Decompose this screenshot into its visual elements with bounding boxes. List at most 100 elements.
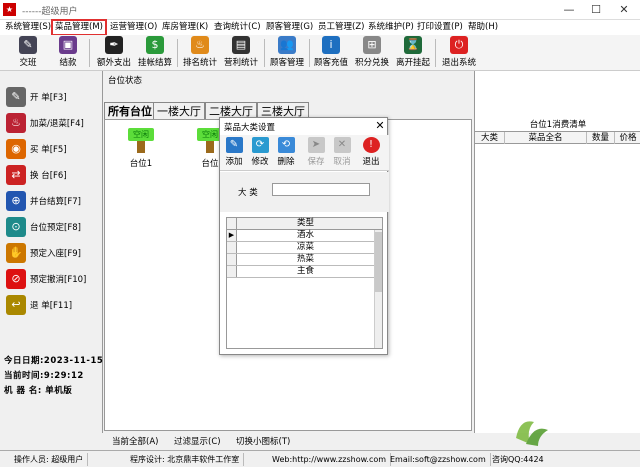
grid-row[interactable]: 热菜 [227, 254, 382, 266]
menu-help[interactable]: 帮助(H) [466, 21, 500, 34]
hourglass-icon: ⌛ [404, 36, 422, 54]
profit-stats-button[interactable]: ▤ 营利统计 [221, 36, 261, 70]
edit-icon: ⟳ [251, 137, 269, 153]
menu-dishes[interactable]: 菜品管理(M) [51, 19, 107, 36]
category-grid: 类型 ▶ 酒水 凉菜 热菜 主食 [226, 217, 383, 349]
exit-icon: ! [362, 137, 380, 153]
grid-header: 类型 [227, 218, 382, 230]
toolbar-separator [89, 39, 90, 67]
refund-order-button[interactable]: ↩ 退 单[F11] [6, 292, 98, 317]
dialog-add-button[interactable]: ✎ 添加 [221, 137, 247, 167]
current-date: 今日日期:2023-11-15 [4, 356, 104, 366]
dialog-close-icon[interactable]: ✕ [374, 119, 386, 132]
bill-col-qty[interactable]: 数量 [587, 132, 615, 144]
menu-operations[interactable]: 运营管理(O) [108, 21, 159, 34]
tab-all-tables[interactable]: 所有台位 [104, 102, 156, 119]
dialog-edit-button[interactable]: ⟳ 修改 [247, 137, 273, 167]
tab-floor-1[interactable]: 一楼大厅 [153, 102, 205, 119]
checkout-button[interactable]: ◉ 买 单[F5] [6, 136, 98, 161]
open-order-button[interactable]: ✎ 开 单[F3] [6, 84, 98, 109]
grid-scroll-thumb[interactable] [375, 232, 382, 292]
reserve-table-label: 台位预定[F8] [30, 222, 81, 233]
reserve-seat-label: 预定入座[F9] [30, 248, 81, 259]
customer-recharge-button[interactable]: i 顾客充值 [311, 36, 351, 70]
machine-name: 机 器 名: 单机版 [4, 386, 73, 396]
merge-table-label: 并台结算[F7] [30, 196, 81, 207]
gift-icon: ⊞ [363, 36, 381, 54]
category-input[interactable] [272, 183, 370, 196]
grid-row[interactable]: ▶ 酒水 [227, 230, 382, 242]
ranking-stats-button[interactable]: ♨ 排名统计 [180, 36, 220, 70]
show-all-button[interactable]: 当前全部(A) [112, 435, 158, 447]
add-return-dish-button[interactable]: ♨ 加菜/退菜[F4] [6, 110, 98, 135]
toolbar-separator [177, 39, 178, 67]
reserve-table-button[interactable]: ⊙ 台位预定[F8] [6, 214, 98, 239]
customer-manage-button[interactable]: 👥 顾客管理 [267, 36, 307, 70]
menu-staff[interactable]: 员工管理(Z) [316, 21, 366, 34]
table-tile[interactable]: 空闲 台位1 [116, 128, 166, 169]
dialog-cancel-button[interactable]: ✕ 取消 [329, 137, 355, 167]
grid-cell[interactable]: 热菜 [237, 254, 374, 265]
exit-system-button[interactable]: ⏻ 退出系统 [438, 36, 480, 70]
reserve-seat-button[interactable]: ✋ 预定入座[F9] [6, 240, 98, 265]
dialog-delete-button[interactable]: ⟲ 删除 [273, 137, 299, 167]
customer-manage-label: 顾客管理 [269, 58, 304, 68]
change-table-label: 换 台[F6] [30, 170, 67, 181]
table-name: 台位1 [129, 159, 153, 169]
category-form: 大 类 [220, 172, 389, 212]
toolbar-separator [264, 39, 265, 67]
credit-settle-label: 挂帐结算 [137, 58, 172, 68]
merge-table-button[interactable]: ⊕ 并台结算[F7] [6, 188, 98, 213]
grid-corner [227, 218, 237, 229]
left-panel: ✎ 开 单[F3] ♨ 加菜/退菜[F4] ◉ 买 单[F5] ⇄ 换 台[F6] ⊕ 并… [0, 71, 103, 433]
filter-display-button[interactable]: 过滤显示(C) [174, 435, 221, 447]
bill-col-category[interactable]: 大类 [475, 132, 505, 144]
change-table-button[interactable]: ⇄ 换 台[F6] [6, 162, 98, 187]
toolbar-separator [435, 39, 436, 67]
suspend-button[interactable]: ⌛ 离开挂起 [393, 36, 433, 70]
settle-button[interactable]: ▣ 结款 [50, 36, 86, 70]
grid-cell[interactable]: 凉菜 [237, 242, 374, 253]
close-button[interactable]: ✕ [611, 2, 637, 18]
credit-settle-button[interactable]: $ 挂帐结算 [135, 36, 175, 70]
title-bar: ★ ------超级用户 — ☐ ✕ [0, 0, 640, 20]
menu-customers[interactable]: 顾客管理(G) [264, 21, 315, 34]
shift-button[interactable]: ✎ 交班 [10, 36, 46, 70]
brush-icon: ✒ [105, 36, 123, 54]
cancel-reservation-label: 预定撤消[F10] [30, 274, 87, 285]
dialog-exit-button[interactable]: ! 退出 [358, 137, 384, 167]
dialog-edit-label: 修改 [251, 157, 269, 167]
bill-title: 台位1消费清单 [529, 120, 587, 130]
minimize-button[interactable]: — [556, 2, 582, 18]
grid-cell[interactable]: 酒水 [237, 230, 374, 241]
points-redeem-button[interactable]: ⊞ 积分兑换 [352, 36, 392, 70]
dialog-cancel-label: 取消 [333, 157, 351, 167]
maximize-button[interactable]: ☐ [583, 2, 609, 18]
menu-query[interactable]: 查询统计(C) [212, 21, 263, 34]
bill-col-price[interactable]: 价格 [615, 132, 640, 144]
dialog-save-button[interactable]: ➤ 保存 [303, 137, 329, 167]
table-status-title: 台位状态 [108, 76, 143, 86]
menu-system[interactable]: 系统管理(S) [3, 21, 53, 34]
extra-expense-button[interactable]: ✒ 额外支出 [94, 36, 134, 70]
menu-print-settings[interactable]: 打印设置(P) [415, 21, 465, 34]
grid-row[interactable]: 主食 [227, 266, 382, 278]
menu-maintenance[interactable]: 系统维护(P) [366, 21, 416, 34]
grid-cell[interactable]: 主食 [237, 266, 374, 277]
toggle-small-icons-button[interactable]: 切换小图标(T) [236, 435, 290, 447]
grid-col-type[interactable]: 类型 [237, 218, 374, 229]
menu-warehouse[interactable]: 库房管理(K) [160, 21, 210, 34]
ranking-icon: ♨ [191, 36, 209, 54]
cancel-icon: ⊘ [6, 268, 26, 289]
calculator-icon: ▤ [232, 36, 250, 54]
toolbar-separator [309, 39, 310, 67]
bill-col-dish[interactable]: 菜品全名 [505, 132, 587, 144]
status-web: Web:http://www.zzshow.com [268, 453, 392, 466]
table-leg [137, 141, 145, 153]
food-icon: ◉ [6, 138, 26, 159]
grid-row[interactable]: 凉菜 [227, 242, 382, 254]
points-redeem-label: 积分兑换 [354, 58, 389, 68]
grid-scrollbar[interactable] [374, 230, 382, 348]
cancel-reservation-button[interactable]: ⊘ 预定撤消[F10] [6, 266, 98, 291]
dialog-title: 菜品大类设置 [224, 123, 276, 133]
